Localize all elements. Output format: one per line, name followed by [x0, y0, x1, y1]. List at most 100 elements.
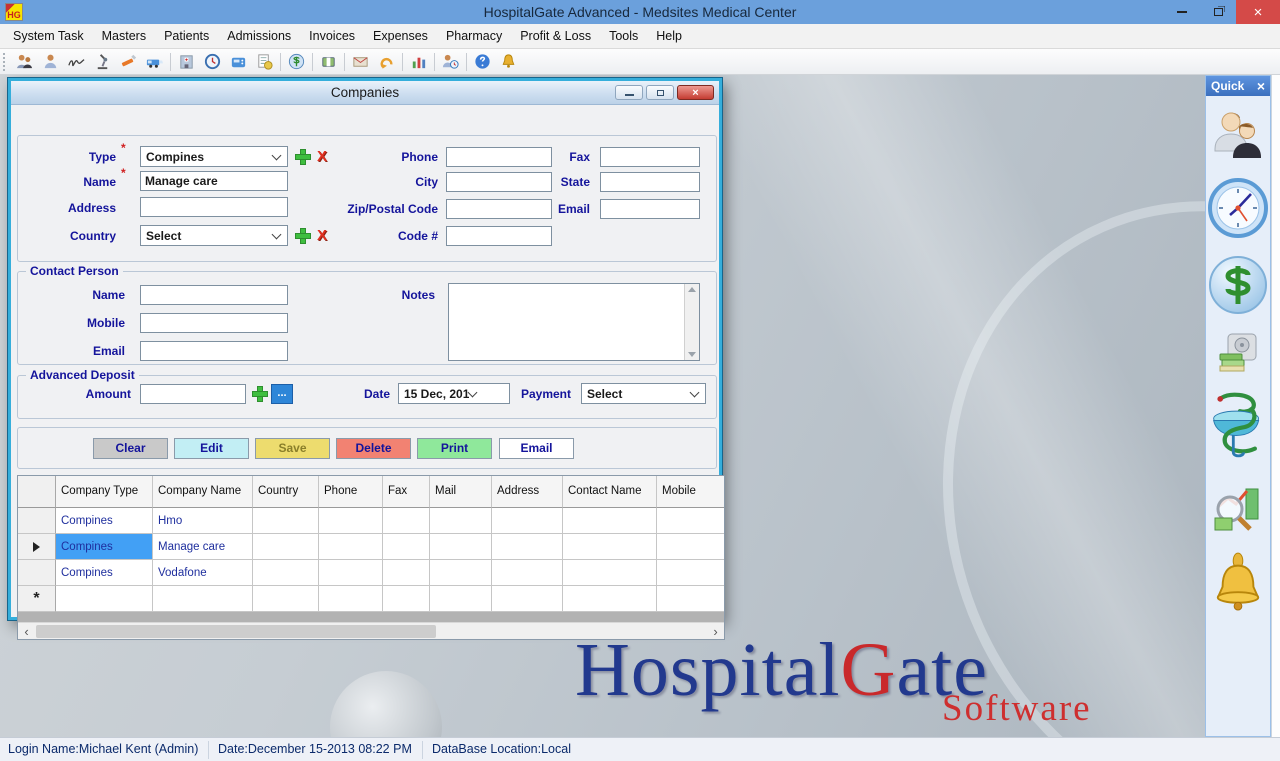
date-select[interactable]: 15 Dec, 2013 [398, 383, 510, 404]
close-button[interactable]: × [1236, 0, 1280, 24]
help-icon[interactable] [472, 51, 493, 72]
row-selector[interactable] [18, 508, 56, 534]
hospital-icon[interactable] [176, 51, 197, 72]
clock-icon[interactable] [202, 51, 223, 72]
type-required-marker: * [121, 141, 126, 155]
undo-icon[interactable] [376, 51, 397, 72]
menu-help[interactable]: Help [647, 24, 691, 49]
menu-tools[interactable]: Tools [600, 24, 647, 49]
patient-icon[interactable] [40, 51, 61, 72]
grid-header-country[interactable]: Country [253, 476, 319, 508]
grid-header-address[interactable]: Address [492, 476, 563, 508]
menu-patients[interactable]: Patients [155, 24, 218, 49]
grid-header-company-name[interactable]: Company Name [153, 476, 253, 508]
quick-reminders-bell-icon[interactable] [1211, 552, 1265, 614]
print-button[interactable]: Print [417, 438, 492, 459]
dialog-title-bar[interactable]: Companies × [11, 81, 719, 105]
menu-pharmacy[interactable]: Pharmacy [437, 24, 511, 49]
grid-header-phone[interactable]: Phone [319, 476, 383, 508]
add-country-icon[interactable] [295, 228, 311, 244]
report-icon[interactable] [408, 51, 429, 72]
patients-group-icon[interactable] [14, 51, 35, 72]
clear-button[interactable]: Clear [93, 438, 168, 459]
state-input[interactable] [600, 172, 700, 192]
code-input[interactable] [446, 226, 552, 246]
payment-select[interactable]: Select [581, 383, 706, 404]
scroll-left-icon[interactable]: ‹ [18, 623, 35, 640]
dialog-maximize-button[interactable] [646, 85, 674, 100]
type-select[interactable]: Compines [140, 146, 288, 167]
company-email-input[interactable] [600, 199, 700, 219]
dialog-close-button[interactable]: × [677, 85, 714, 100]
zip-label: Zip/Postal Code [331, 199, 438, 219]
mail-icon[interactable] [350, 51, 371, 72]
name-input[interactable] [140, 171, 288, 191]
menu-invoices[interactable]: Invoices [300, 24, 364, 49]
new-row-selector[interactable]: * [18, 586, 56, 612]
table-new-row[interactable]: * [18, 586, 724, 612]
bell-icon[interactable] [498, 51, 519, 72]
row-selector[interactable] [18, 534, 56, 560]
restore-button[interactable] [1200, 0, 1236, 24]
microscope-icon[interactable] [92, 51, 113, 72]
grid-header-mail[interactable]: Mail [430, 476, 492, 508]
quick-panel-close-icon[interactable]: × [1257, 79, 1265, 93]
scrollbar-thumb[interactable] [36, 625, 436, 638]
scroll-right-icon[interactable]: › [707, 623, 724, 640]
scroll-up-icon[interactable] [688, 287, 696, 292]
grid-horizontal-scrollbar[interactable]: ‹ › [18, 622, 724, 639]
quick-pharmacy-icon[interactable] [1208, 390, 1268, 466]
contact-email-input[interactable] [140, 341, 288, 361]
fax-icon[interactable] [228, 51, 249, 72]
grid-header-fax[interactable]: Fax [383, 476, 430, 508]
pen-icon[interactable] [118, 51, 139, 72]
grid-header-company-type[interactable]: Company Type [56, 476, 153, 508]
fax-input[interactable] [600, 147, 700, 167]
save-button[interactable]: Save [255, 438, 330, 459]
ambulance-icon[interactable] [144, 51, 165, 72]
menu-expenses[interactable]: Expenses [364, 24, 437, 49]
row-selector[interactable] [18, 560, 56, 586]
delete-button[interactable]: Delete [336, 438, 411, 459]
edit-button[interactable]: Edit [174, 438, 249, 459]
delete-country-icon[interactable]: X [314, 228, 330, 244]
quick-panel-header[interactable]: Quick × [1206, 76, 1270, 96]
grid-header-mobile[interactable]: Mobile [657, 476, 725, 508]
address-input[interactable] [140, 197, 288, 217]
email-button[interactable]: Email [499, 438, 574, 459]
country-select[interactable]: Select [140, 225, 288, 246]
menu-system-task[interactable]: System Task [4, 24, 93, 49]
table-row-selected[interactable]: Compines Manage care [18, 534, 724, 560]
schedule-icon[interactable] [440, 51, 461, 72]
quick-cash-drawer-icon[interactable] [1216, 331, 1260, 375]
add-deposit-icon[interactable] [252, 386, 268, 402]
quick-appointments-clock-icon[interactable] [1207, 177, 1269, 239]
scroll-down-icon[interactable] [688, 352, 696, 357]
title-bar[interactable]: HG HospitalGate Advanced - Medsites Medi… [0, 0, 1280, 24]
minimize-button[interactable] [1164, 0, 1200, 24]
notes-textarea[interactable] [448, 283, 700, 361]
type-label: Type [17, 147, 116, 167]
menu-admissions[interactable]: Admissions [218, 24, 300, 49]
signature-icon[interactable] [66, 51, 87, 72]
dialog-minimize-button[interactable] [615, 85, 643, 100]
dollar-icon[interactable] [286, 51, 307, 72]
notes-scrollbar[interactable] [684, 284, 699, 360]
browse-button[interactable]: ... [271, 384, 293, 404]
menu-profit-loss[interactable]: Profit & Loss [511, 24, 600, 49]
menu-masters[interactable]: Masters [93, 24, 155, 49]
contact-mobile-input[interactable] [140, 313, 288, 333]
date-select-value: 15 Dec, 2013 [399, 387, 469, 401]
table-row[interactable]: Compines Vodafone [18, 560, 724, 586]
delete-type-icon[interactable]: X [314, 149, 330, 165]
quick-search-reports-icon[interactable] [1210, 481, 1266, 537]
contact-name-input[interactable] [140, 285, 288, 305]
add-type-icon[interactable] [295, 149, 311, 165]
amount-input[interactable] [140, 384, 246, 404]
table-row[interactable]: Compines Hmo [18, 508, 724, 534]
quick-billing-dollar-icon[interactable] [1207, 254, 1269, 316]
grid-header-contact-name[interactable]: Contact Name [563, 476, 657, 508]
invoice-icon[interactable] [254, 51, 275, 72]
quick-patients-icon[interactable] [1211, 108, 1265, 162]
medicine-box-icon[interactable] [318, 51, 339, 72]
